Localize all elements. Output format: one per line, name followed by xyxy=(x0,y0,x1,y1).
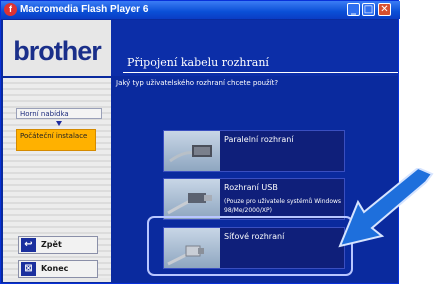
flash-player-icon: f xyxy=(4,3,17,16)
option-usb-interface[interactable]: Rozhraní USB (Pouze pro uživatele systém… xyxy=(163,178,345,220)
exit-icon: ⊠ xyxy=(21,262,36,276)
option-parallel-interface[interactable]: Paralelní rozhraní xyxy=(163,130,345,172)
option-label: Paralelní rozhraní xyxy=(224,135,294,144)
network-cable-icon xyxy=(164,228,220,268)
question-text: Jaký typ uživatelského rozhraní chcete p… xyxy=(116,79,279,87)
sidebar-item-main-menu[interactable]: Horní nabídka xyxy=(16,108,102,119)
option-note: (Pouze pro uživatele systémů Windows 98/… xyxy=(224,198,342,214)
maximize-button[interactable]: □ xyxy=(362,3,375,16)
sidebar: brother Horní nabídka Počáteční instalac… xyxy=(3,20,111,282)
option-label: Síťové rozhraní xyxy=(224,232,285,241)
minimize-button[interactable]: _ xyxy=(347,3,360,16)
back-button[interactable]: ↩ Zpět xyxy=(18,236,98,254)
back-button-label: Zpět xyxy=(41,240,62,249)
arrow-back-icon: ↩ xyxy=(21,238,36,252)
sidebar-item-start-install[interactable]: Počáteční instalace xyxy=(16,129,96,151)
close-button[interactable]: ✕ xyxy=(378,3,391,16)
parallel-cable-icon xyxy=(164,131,220,171)
heading-divider xyxy=(123,72,398,73)
exit-button[interactable]: ⊠ Konec xyxy=(18,260,98,278)
usb-cable-icon xyxy=(164,179,220,219)
window-title: Macromedia Flash Player 6 xyxy=(20,4,149,15)
down-arrow-icon xyxy=(56,121,62,126)
pointer-arrow-icon xyxy=(338,168,434,248)
option-label: Rozhraní USB xyxy=(224,183,278,192)
brother-logo: brother xyxy=(13,36,102,66)
exit-button-label: Konec xyxy=(41,264,69,273)
page-title: Připojení kabelu rozhraní xyxy=(127,56,269,69)
title-bar[interactable]: f Macromedia Flash Player 6 _ □ ✕ xyxy=(1,1,400,19)
option-network-interface[interactable]: Síťové rozhraní xyxy=(163,227,345,269)
